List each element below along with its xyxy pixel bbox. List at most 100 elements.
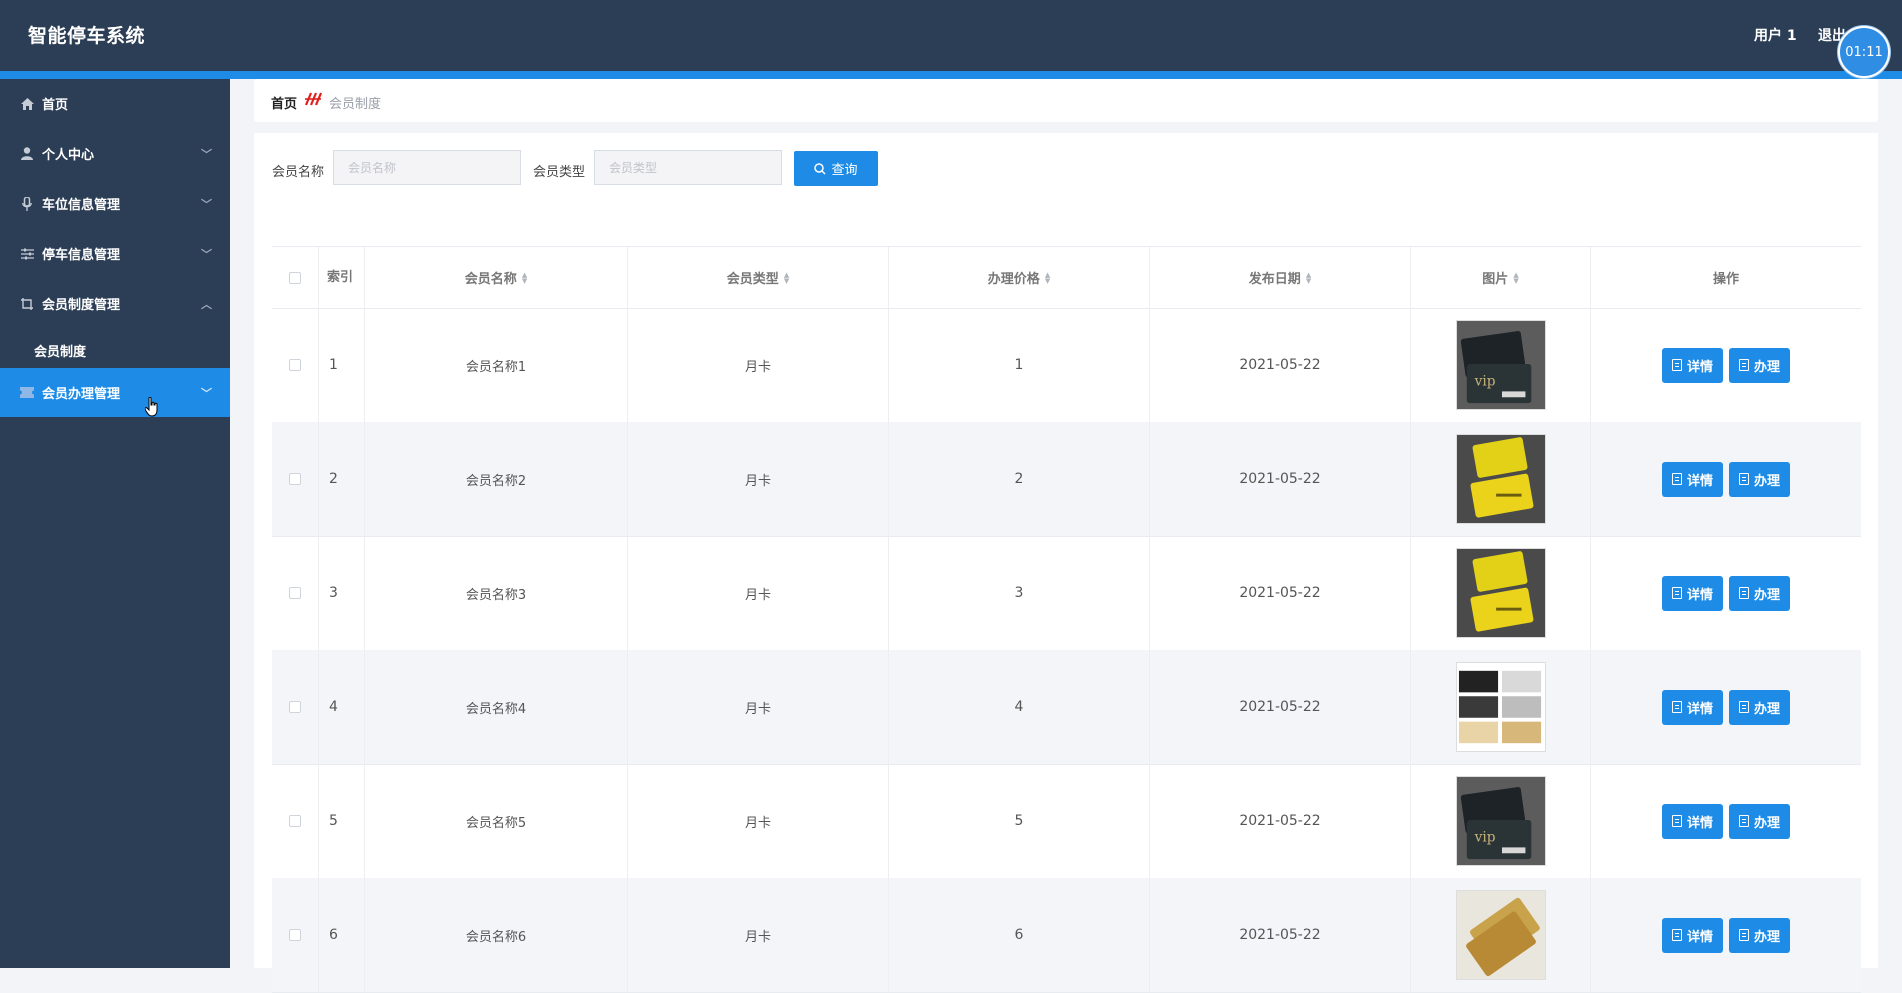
table-row[interactable]: 5 会员名称5 月卡 5 2021-05-22 vip 详情 办理 [272,764,1861,879]
row-checkbox[interactable] [289,929,301,941]
row-checkbox[interactable] [289,701,301,713]
col-actions-header: 操作 [1590,247,1861,308]
document-icon [1739,587,1749,599]
sidebar-item-profile[interactable]: 个人中心 ﹀ [0,129,230,178]
document-icon [1671,701,1682,713]
detail-button[interactable]: 详情 [1661,575,1723,611]
row-price: 1 [888,308,1149,422]
detail-button[interactable]: 详情 [1661,917,1723,953]
row-index: 5 [318,764,364,878]
row-index: 1 [318,308,364,422]
sort-icon[interactable]: ▲ ▼ [522,271,527,284]
home-icon [20,97,34,111]
row-checkbox[interactable] [289,359,301,371]
table-row[interactable]: 4 会员名称4 月卡 4 2021-05-22 详情 办理 [272,650,1861,765]
card-thumbnail-image[interactable] [1455,890,1546,980]
user-name[interactable]: 用户 1 [1754,25,1797,45]
card-thumbnail-image[interactable] [1455,548,1546,638]
detail-button-label: 详情 [1686,929,1713,945]
detail-button[interactable]: 详情 [1661,461,1723,497]
card-thumbnail-image[interactable] [1455,662,1546,752]
sort-icon[interactable]: ▲ ▼ [1513,271,1518,284]
document-icon [1671,929,1682,941]
sidebar-item-label: 会员制度 [34,345,87,360]
row-select-cell [272,308,318,422]
sort-icon[interactable]: ▲ ▼ [784,271,789,284]
breadcrumb-current: 会员制度 [329,97,382,112]
row-actions: 详情 办理 [1590,536,1861,650]
row-member-type: 月卡 [627,308,888,422]
sidebar-subitem-membership[interactable]: 会员制度 [0,329,230,372]
sort-icon[interactable]: ▲ ▼ [1045,271,1050,284]
row-image-cell [1410,650,1590,764]
row-checkbox[interactable] [289,587,301,599]
row-price: 2 [888,422,1149,536]
apply-button[interactable]: 办理 [1729,689,1791,725]
row-member-name: 会员名称2 [364,422,627,536]
row-member-name: 会员名称1 [364,308,627,422]
detail-button[interactable]: 详情 [1661,803,1723,839]
microphone-icon [20,196,34,211]
document-icon [1739,473,1749,485]
row-member-type: 月卡 [627,650,888,764]
row-checkbox[interactable] [289,815,301,827]
svg-text:vip: vip [1473,374,1495,390]
sidebar-item-membership-rules[interactable]: 会员制度管理 ︿ [0,279,230,328]
top-header: 智能停车系统 用户 1 退出 01:11 [0,0,1902,79]
breadcrumb-home[interactable]: 首页 [271,93,297,112]
apply-button[interactable]: 办理 [1729,803,1791,839]
row-member-name: 会员名称3 [364,536,627,650]
sidebar-item-parking-info[interactable]: 停车信息管理 ﹀ [0,229,230,278]
col-header-label: 图片 [1482,272,1509,287]
sidebar-item-label: 会员制度管理 [42,298,121,313]
apply-button[interactable]: 办理 [1729,917,1791,953]
detail-button-label: 详情 [1686,473,1713,489]
row-member-name: 会员名称6 [364,878,627,992]
card-thumbnail-image[interactable]: vip [1455,776,1546,866]
sidebar: 首页 个人中心 ﹀ 车位信息管理 ﹀ 停车信息管理 ﹀ 会员制度管理 ︿ 会员制… [0,79,230,968]
chevron-down-icon: ﹀ [201,386,212,400]
card-thumbnail-image[interactable]: vip [1455,320,1546,410]
col-type-header[interactable]: 会员类型 ▲ ▼ [627,247,888,308]
search-button-label: 查询 [831,163,858,178]
sidebar-item-home[interactable]: 首页 [0,79,230,128]
sidebar-item-membership-apply[interactable]: 会员办理管理 ﹀ [0,368,230,417]
apply-button-label: 办理 [1754,815,1781,831]
row-date: 2021-05-22 [1149,308,1410,422]
row-actions: 详情 办理 [1590,878,1861,992]
row-member-name: 会员名称5 [364,764,627,878]
col-date-header[interactable]: 发布日期 ▲ ▼ [1149,247,1410,308]
search-button[interactable]: 查询 [794,151,878,186]
row-actions: 详情 办理 [1590,308,1861,422]
select-all-checkbox[interactable] [289,271,301,284]
member-name-input[interactable] [333,150,521,185]
col-name-header[interactable]: 会员名称 ▲ ▼ [364,247,627,308]
col-image-header[interactable]: 图片 ▲ ▼ [1410,247,1590,308]
member-type-input[interactable] [594,150,782,185]
row-member-type: 月卡 [627,878,888,992]
apply-button[interactable]: 办理 [1729,461,1791,497]
col-price-header[interactable]: 办理价格 ▲ ▼ [888,247,1149,308]
sort-icon[interactable]: ▲ ▼ [1306,271,1311,284]
sidebar-item-space-info[interactable]: 车位信息管理 ﹀ [0,179,230,228]
document-icon [1671,359,1682,371]
hand-cursor-icon [145,397,158,417]
table-row[interactable]: 3 会员名称3 月卡 3 2021-05-22 详情 办理 [272,536,1861,651]
row-index: 2 [318,422,364,536]
detail-button[interactable]: 详情 [1661,689,1723,725]
detail-button[interactable]: 详情 [1661,347,1723,383]
apply-button[interactable]: 办理 [1729,575,1791,611]
apply-button[interactable]: 办理 [1729,347,1791,383]
main-panel: 会员名称 会员类型 查询 索引 会员名称 ▲▼ 会员类型 ▲▼ 办理价格 ▲▼ [254,133,1878,993]
sidebar-item-label: 车位信息管理 [42,198,121,213]
card-thumbnail-image[interactable] [1455,434,1546,524]
row-checkbox[interactable] [289,473,301,485]
user-icon [20,147,34,161]
row-price: 3 [888,536,1149,650]
table-row[interactable]: 1 会员名称1 月卡 1 2021-05-22 vip 详情 办理 [272,308,1861,423]
row-member-type: 月卡 [627,422,888,536]
table-row[interactable]: 6 会员名称6 月卡 6 2021-05-22 详情 办理 [272,878,1861,993]
table-row[interactable]: 2 会员名称2 月卡 2 2021-05-22 详情 办理 [272,422,1861,537]
member-name-label: 会员名称 [272,165,325,180]
breadcrumb: 首页 会员制度 [254,79,1878,122]
